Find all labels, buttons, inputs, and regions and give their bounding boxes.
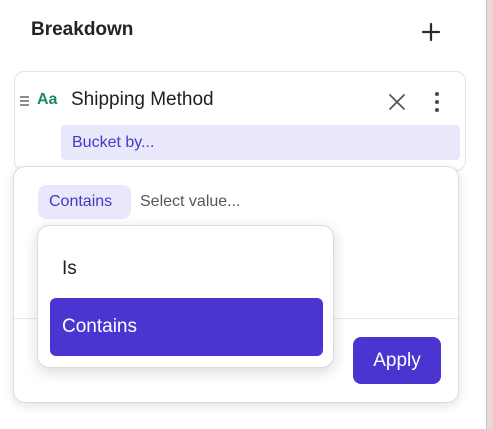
more-vertical-icon [435,92,439,96]
property-name[interactable]: Shipping Method [71,89,214,111]
operator-dropdown: Is Contains [37,225,334,368]
remove-property-button[interactable] [387,92,407,112]
plus-icon [421,22,441,42]
operator-option-is[interactable]: Is [50,247,323,289]
operator-select[interactable]: Contains [38,185,131,219]
close-icon [389,94,405,110]
breakdown-property-card: Aa Shipping Method Bucket by... [14,71,466,171]
more-options-button[interactable] [427,90,447,114]
string-type-icon: Aa [37,91,58,108]
breakdown-title: Breakdown [31,19,134,40]
bucket-by-button[interactable]: Bucket by... [61,125,460,160]
drag-handle-icon[interactable] [20,96,30,108]
right-panel-edge [486,0,493,429]
apply-button[interactable]: Apply [353,337,441,384]
value-input[interactable] [135,185,335,219]
operator-option-contains[interactable]: Contains [50,298,323,356]
add-breakdown-button[interactable] [418,19,444,45]
